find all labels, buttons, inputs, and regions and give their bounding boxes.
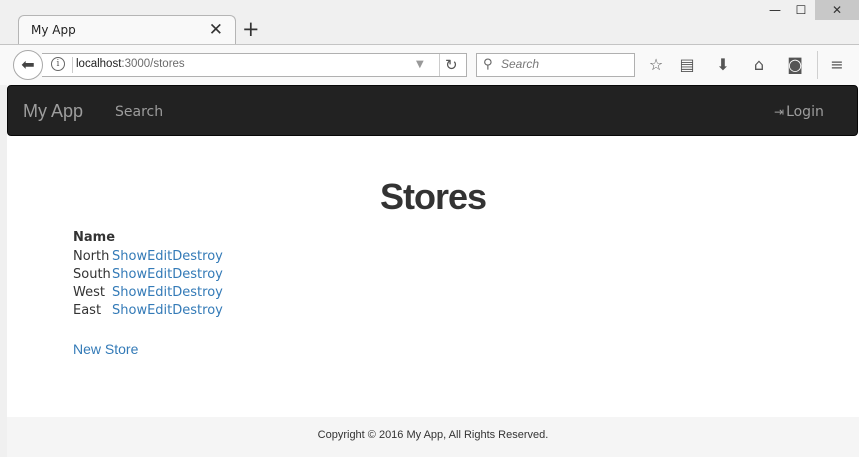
- destroy-link[interactable]: Destroy: [172, 266, 223, 284]
- url-text[interactable]: localhost:3000/stores: [76, 58, 185, 70]
- destroy-link[interactable]: Destroy: [172, 248, 223, 266]
- browser-titlebar: My App ✕ + — ☐ ✕: [0, 0, 859, 45]
- footer-copyright: Copyright © 2016 My App, All Rights Rese…: [317, 429, 549, 441]
- page-edge: [0, 85, 7, 457]
- navbar: My App Search ⇥ Login: [7, 85, 858, 136]
- nav-link-login[interactable]: ⇥ Login: [774, 104, 824, 120]
- pocket-icon[interactable]: ◙: [784, 54, 806, 76]
- store-name: West: [73, 285, 105, 300]
- bookmark-star-icon[interactable]: ☆: [645, 54, 667, 76]
- url-separator: [72, 57, 73, 73]
- table-row: South Show Edit Destroy: [73, 266, 223, 284]
- stores-table: Name North Show Edit Destroy South Show Edit D…: [73, 228, 223, 320]
- show-link[interactable]: Show: [112, 284, 147, 302]
- store-name: South: [73, 267, 111, 282]
- navbar-brand[interactable]: My App: [23, 101, 83, 122]
- search-icon: ⚲: [483, 57, 493, 72]
- toolbar-separator: [817, 51, 818, 79]
- search-input[interactable]: [501, 57, 631, 71]
- edit-link[interactable]: Edit: [147, 266, 172, 284]
- login-label: Login: [786, 104, 824, 120]
- edit-link[interactable]: Edit: [147, 284, 172, 302]
- web-page: My App Search ⇥ Login Stores Name North Sh…: [7, 85, 859, 457]
- show-link[interactable]: Show: [112, 248, 147, 266]
- tab-close-icon[interactable]: ✕: [209, 20, 223, 40]
- new-store-link[interactable]: New Store: [73, 341, 138, 357]
- footer: Copyright © 2016 My App, All Rights Rese…: [7, 417, 859, 457]
- menu-icon[interactable]: ≡: [826, 54, 848, 76]
- edit-link[interactable]: Edit: [147, 248, 172, 266]
- table-row: North Show Edit Destroy: [73, 248, 223, 266]
- download-icon[interactable]: ⬇: [712, 54, 734, 76]
- nav-link-search[interactable]: Search: [115, 104, 163, 120]
- info-icon[interactable]: i: [51, 57, 65, 71]
- url-bar[interactable]: i localhost:3000/stores ▼ ↻: [42, 53, 467, 77]
- store-name: East: [73, 303, 102, 318]
- reading-list-icon[interactable]: ▤: [676, 54, 698, 76]
- tab-title: My App: [31, 23, 76, 37]
- destroy-link[interactable]: Destroy: [172, 284, 223, 302]
- dropdown-icon[interactable]: ▼: [416, 59, 424, 70]
- window-close-icon[interactable]: ✕: [815, 0, 859, 20]
- url-path: :3000/stores: [121, 58, 185, 70]
- browser-toolbar: i localhost:3000/stores ▼ ↻ ⬅ ⚲ ☆ ▤ ⬇ ⌂ …: [0, 44, 859, 85]
- back-arrow-icon[interactable]: ⬅: [13, 50, 43, 80]
- browser-tab[interactable]: My App ✕: [18, 15, 236, 45]
- show-link[interactable]: Show: [112, 266, 147, 284]
- destroy-link[interactable]: Destroy: [172, 302, 223, 320]
- window-close-glyph: ✕: [815, 0, 859, 20]
- show-link[interactable]: Show: [112, 302, 147, 320]
- table-header-name: Name: [73, 230, 116, 245]
- edit-link[interactable]: Edit: [147, 302, 172, 320]
- reload-icon[interactable]: ↻: [445, 56, 458, 74]
- table-row: West Show Edit Destroy: [73, 284, 223, 302]
- url-divider: [439, 54, 440, 76]
- home-icon[interactable]: ⌂: [748, 54, 770, 76]
- url-host: localhost: [76, 58, 122, 70]
- page-title: Stores: [379, 176, 487, 217]
- store-name: North: [73, 249, 110, 264]
- maximize-icon[interactable]: ☐: [786, 0, 816, 20]
- new-tab-icon[interactable]: +: [242, 17, 260, 41]
- table-row: East Show Edit Destroy: [73, 302, 223, 320]
- search-bar[interactable]: ⚲: [476, 53, 635, 77]
- login-icon: ⇥: [774, 105, 785, 119]
